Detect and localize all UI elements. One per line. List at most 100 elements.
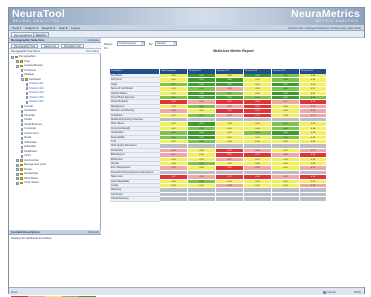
app-banner: NeuraTool NEURAL ANALYTICS NeuraMetrics … [9,8,364,25]
security-zone: Internet [322,290,336,294]
tree-node[interactable]: Retail [21,136,31,140]
tree-node[interactable]: Northeast [21,69,36,73]
expand-icon[interactable]: + [16,172,19,176]
tree-node[interactable]: Division 102 [26,87,44,91]
neuratool-logo[interactable]: NeuraTool [12,9,65,20]
panel-title: Demographic Selection [11,38,45,42]
tree-node[interactable]: Central [21,105,33,109]
folder-icon [15,55,18,59]
tree-name: Demographic Tree Demo [11,50,40,53]
tree-node[interactable]: Division 103 [26,91,44,95]
tree-node[interactable]: Division 101 [26,82,44,86]
tree-info-bar: Demographic Tree Demo Sort Nodes [9,49,101,54]
metric-cell[interactable] [160,197,188,202]
tree-node[interactable]: + Total [16,60,29,64]
subtab-population-set[interactable]: Population Set [61,44,84,48]
tab-reports[interactable]: Reports [33,32,49,37]
tree-node-label: Total [24,59,30,63]
tree-node[interactable]: Wholesale [21,141,37,145]
chevron-down-icon: ▾ [173,42,176,45]
tree-node[interactable]: − Location/Region [16,64,43,68]
tree-node[interactable]: Education [21,145,36,149]
tree-node[interactable]: − Demographics [11,55,36,59]
status-bar: Done Internet 100% [9,287,364,295]
tree-node[interactable]: Division 105 [26,100,44,104]
folder-icon [20,64,23,68]
tree-node-label: Northeast [24,68,36,72]
column-header[interactable]: Item/Metric [110,69,160,74]
app-window: NeuraTool NEURAL ANALYTICS NeuraMetrics … [8,7,365,297]
row-label[interactable]: Overall Summary [110,197,160,202]
tree-node[interactable]: + Work Status [16,177,38,181]
tree-node[interactable]: Mountain [21,114,35,118]
tree-node[interactable]: Government [21,132,39,136]
by-label: By: [149,42,154,46]
tree-node[interactable]: Midwest [21,73,34,77]
by-value: Division [157,42,167,45]
expand-icon[interactable]: + [16,168,19,171]
menu-logout[interactable]: Logout [71,26,80,30]
menu-analyze[interactable]: Analyze ▾ [25,26,38,30]
column-header[interactable]: Division 103 [244,69,272,74]
tree-node-label: Government [24,131,39,135]
tree-node-label: Midwest [24,73,34,76]
sort-nodes-link[interactable]: Sort Nodes [86,49,99,54]
tree-node[interactable]: + Job Function [16,159,39,163]
metric-cell[interactable] [300,197,327,202]
metric-cell[interactable] [244,197,272,202]
metric-cell[interactable] [272,197,300,202]
expand-icon[interactable]: + [16,60,19,63]
menu-help[interactable]: Help ▾ [59,26,68,30]
column-header[interactable]: Division 104 [272,69,300,74]
tree-node-label: Healthcare [24,149,37,153]
tree-node[interactable]: Small Business [21,123,42,127]
tree-node-label: Other [24,154,31,157]
column-header[interactable]: Division 102 [216,69,244,74]
neurametrics-tagline: METRIC ANALYSIS [315,19,359,23]
tree-node[interactable]: Corporate [21,127,36,131]
column-header[interactable]: Division 101 [188,69,216,74]
expand-icon[interactable]: + [16,159,19,162]
zoom-level[interactable]: 100% [354,290,361,294]
report-on-select[interactable]: Total Company ▾ [117,41,145,46]
tree-node-label: Central [24,104,33,108]
tree-node[interactable]: Other [21,154,31,158]
expand-icon[interactable]: + [16,177,19,180]
tree-node[interactable]: + Union Status [16,181,39,185]
collapse-icon[interactable]: − [11,55,14,59]
tree-node-label: Southeast [29,77,41,81]
column-header[interactable]: Total Company [160,69,188,74]
chevron-down-icon: ▾ [141,42,144,45]
tree-node[interactable]: + Gender/Age [16,172,38,176]
folder-icon [25,78,28,81]
tree-node[interactable]: + Management Level [16,163,46,167]
tab-demographics[interactable]: Demographics [11,32,36,37]
tree-node[interactable]: Southwest [21,109,37,113]
menu-tools[interactable]: Tools ▾ [12,26,21,30]
menu-reports[interactable]: Reports ▾ [42,26,55,30]
tree-node-label: Union Status [24,181,39,184]
tree-node[interactable]: − Southeast [21,78,41,82]
report-on-value: Total Company [119,42,137,45]
subtab-saved-list[interactable]: Saved List [41,44,60,48]
tree-node[interactable]: Pacific [21,118,32,122]
report-area: Report On: Total Company ▾ By: Division … [102,38,365,287]
tree-node-label: Division 105 [29,100,44,103]
by-select[interactable]: Division ▾ [155,41,177,46]
content-description-title: Content Description [11,230,40,234]
expand-icon[interactable]: + [16,181,19,185]
user-links[interactable]: Switch User | Change Password | Preferen… [288,26,361,30]
tree-node-label: Division 103 [29,91,44,94]
tree-node[interactable]: + Tenure [16,168,32,172]
tree-node-label: Small Business [24,122,43,126]
expand-icon[interactable]: + [16,163,19,167]
subtab-demographic-tree[interactable]: Demographic Tree [11,44,39,48]
metric-cell[interactable] [216,197,244,202]
collapse-icon[interactable]: − [21,78,24,81]
tree-node-label: Division 102 [29,86,44,90]
metric-cell[interactable] [188,197,216,202]
column-header[interactable]: Division 105 [300,69,327,74]
tree-node[interactable]: Division 104 [26,96,44,100]
tree-node[interactable]: Healthcare [21,150,37,154]
collapse-icon[interactable]: − [16,64,19,68]
